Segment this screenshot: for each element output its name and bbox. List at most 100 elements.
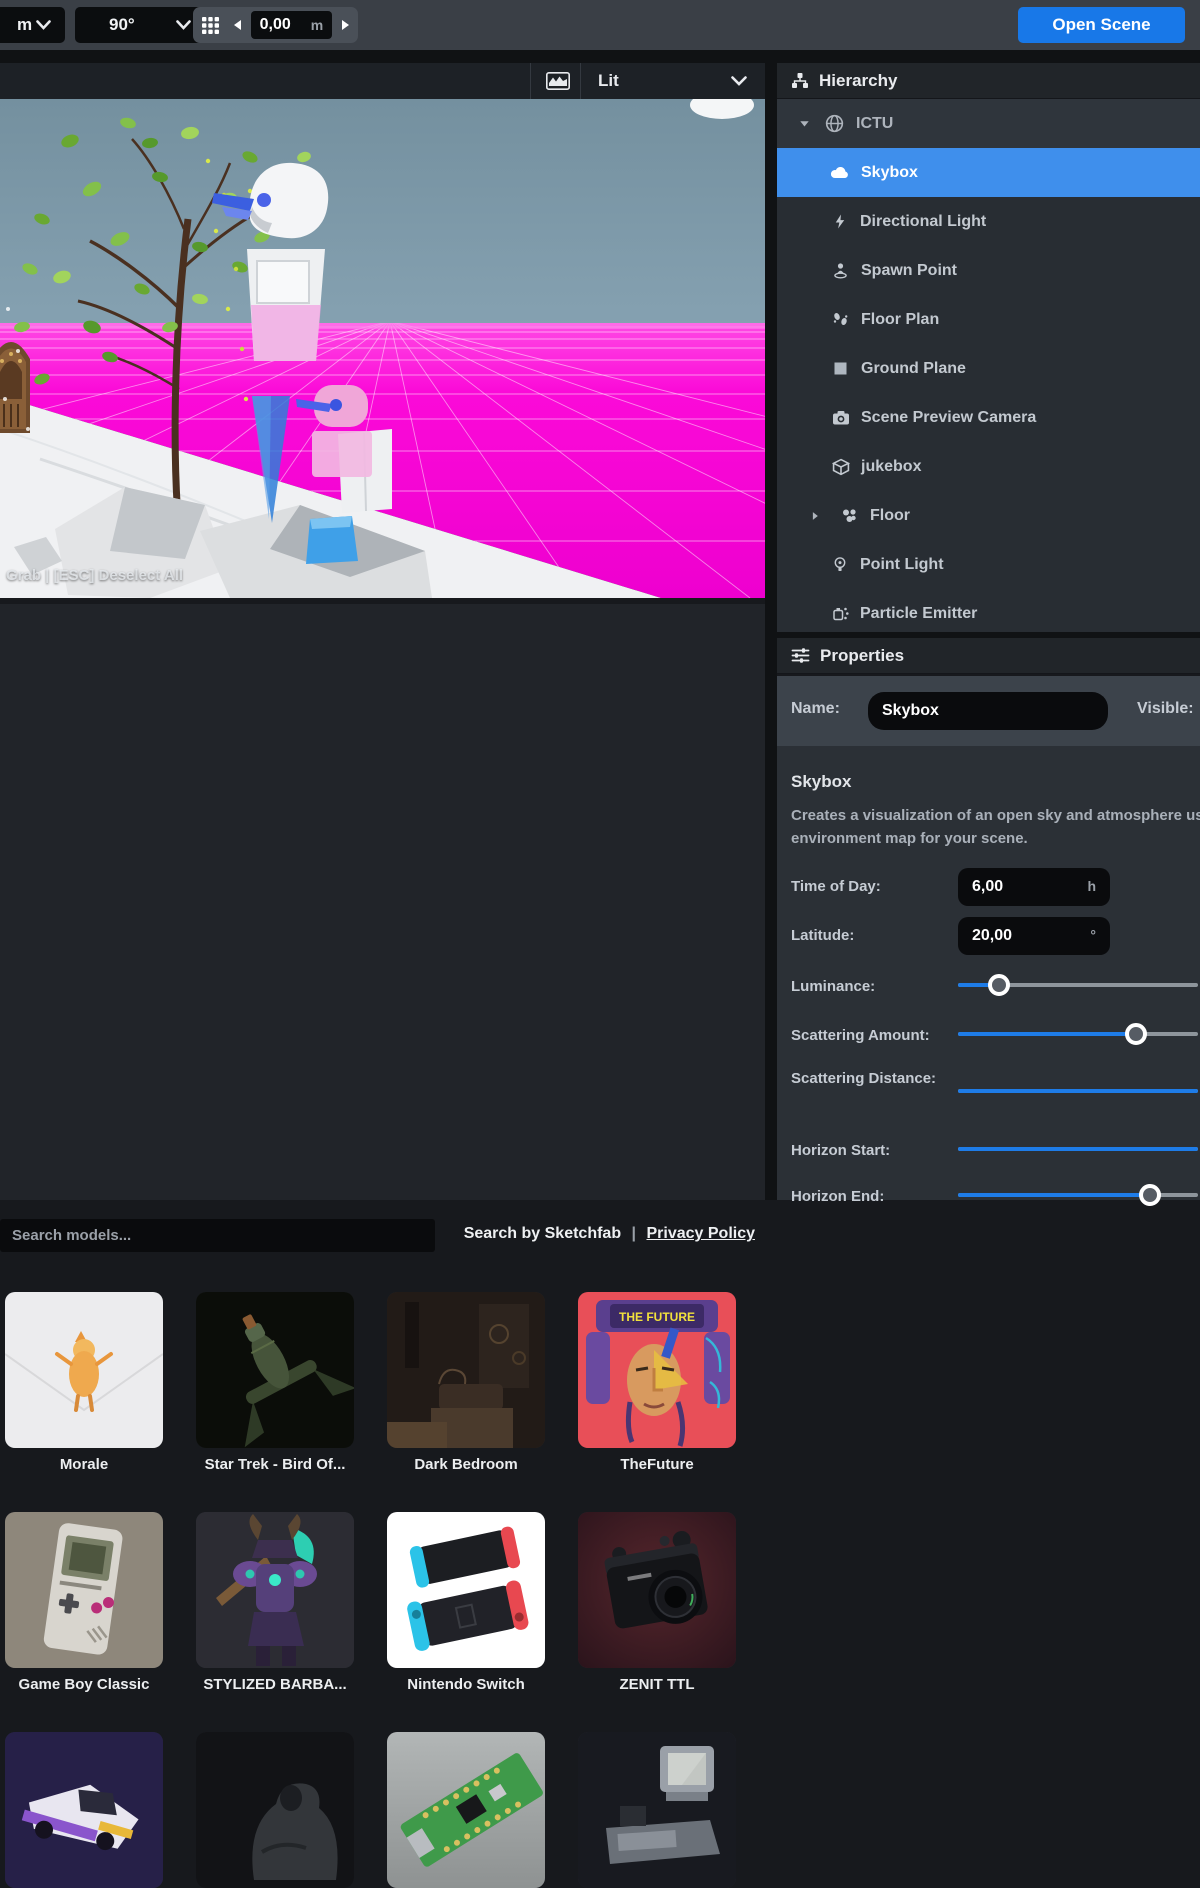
latitude-field[interactable]: ° <box>958 917 1110 955</box>
thumb-switch-console <box>387 1512 545 1668</box>
model-library-panel: Search by Sketchfab | Privacy Policy <box>0 604 765 1200</box>
model-name: ZENIT TTL <box>578 1676 736 1693</box>
model-name: Nintendo Switch <box>387 1676 545 1693</box>
properties-body: Skybox Creates a visualization of an ope… <box>777 746 1200 1200</box>
slider-handle[interactable] <box>1125 1023 1147 1045</box>
search-input[interactable] <box>0 1219 435 1252</box>
hierarchy-panel: ICTU Skybox Directional Light Spawn Poin… <box>777 99 1200 632</box>
properties-title: Properties <box>820 646 904 666</box>
light-bulb-icon <box>832 556 848 573</box>
thumb-text: THE FUTURE <box>619 1310 695 1324</box>
step-value-field[interactable]: 0,00 m <box>251 11 333 39</box>
model-card-zenit[interactable] <box>578 1512 736 1668</box>
step-unit: m <box>311 17 323 33</box>
scattering-amount-slider[interactable] <box>958 1023 1198 1045</box>
hierarchy-tree-icon <box>791 72 809 89</box>
slider-fill <box>958 1032 1136 1036</box>
unit-dropdown-value: m <box>17 15 32 35</box>
open-scene-button[interactable]: Open Scene <box>1018 7 1185 43</box>
hierarchy-row-ground-plane[interactable]: Ground Plane <box>777 344 1200 393</box>
model-name: Dark Bedroom <box>387 1456 545 1473</box>
hierarchy-root-label: ICTU <box>856 115 893 133</box>
unit-dropdown[interactable]: m <box>0 7 65 43</box>
caret-right-icon[interactable] <box>809 510 821 522</box>
horizon-start-label: Horizon Start: <box>791 1142 890 1159</box>
horizon-end-slider[interactable] <box>958 1184 1198 1206</box>
hierarchy-row-spawn-point[interactable]: Spawn Point <box>777 246 1200 295</box>
time-of-day-field[interactable]: h <box>958 868 1110 906</box>
hierarchy-row-floor[interactable]: Floor <box>777 491 1200 540</box>
model-card-unlabeled-3[interactable] <box>387 1732 545 1888</box>
hierarchy-item-label: Skybox <box>861 164 918 182</box>
hierarchy-row-scene-preview-camera[interactable]: Scene Preview Camera <box>777 393 1200 442</box>
properties-sliders-icon <box>791 647 810 664</box>
step-decrease-button[interactable] <box>229 11 247 39</box>
horizon-start-slider[interactable] <box>958 1138 1198 1160</box>
scattering-distance-slider[interactable] <box>958 1080 1198 1102</box>
model-card-switch[interactable] <box>387 1512 545 1668</box>
hierarchy-item-label: Scene Preview Camera <box>861 409 1036 427</box>
name-label: Name: <box>791 700 840 718</box>
slider-fill <box>958 1193 1150 1197</box>
model-card-unlabeled-4[interactable] <box>578 1732 736 1888</box>
latitude-input[interactable] <box>958 917 1110 955</box>
thumb-green-circuit-board <box>387 1732 545 1888</box>
model-card-game-boy[interactable] <box>5 1512 163 1668</box>
thumb-hooded-figure <box>196 1732 354 1888</box>
step-value: 0,00 <box>260 16 291 34</box>
luminance-slider[interactable] <box>958 974 1198 996</box>
properties-header: Properties <box>777 638 1200 674</box>
thumb-dark-room <box>387 1292 545 1448</box>
model-card-barbarian[interactable] <box>196 1512 354 1668</box>
hierarchy-item-label: Floor <box>870 507 910 525</box>
hierarchy-title: Hierarchy <box>819 71 897 91</box>
slider-handle[interactable] <box>988 974 1010 996</box>
scene-viewport[interactable]: Grab | [ESC] Deselect All <box>0 99 765 598</box>
viewport-mode-bar: Lit <box>0 63 765 99</box>
stats-button[interactable] <box>538 63 578 99</box>
latitude-unit: ° <box>1090 927 1096 943</box>
luminance-label: Luminance: <box>791 978 875 995</box>
model-card-morale[interactable] <box>5 1292 163 1448</box>
model-card-unlabeled-1[interactable] <box>5 1732 163 1888</box>
thumb-vintage-camera <box>578 1512 736 1668</box>
thumb-purple-barbarian <box>196 1512 354 1668</box>
scattering-amount-label: Scattering Amount: <box>791 1027 930 1044</box>
grid-snap-button[interactable] <box>197 11 225 39</box>
hierarchy-row-skybox[interactable]: Skybox <box>777 148 1200 197</box>
thumb-cyberpunk-face: THE FUTURE <box>578 1292 736 1448</box>
model-card-unlabeled-2[interactable] <box>196 1732 354 1888</box>
top-toolbar: m 90° 0,00 m Open Scene <box>0 0 1200 50</box>
hierarchy-row-point-light[interactable]: Point Light <box>777 540 1200 589</box>
name-input[interactable] <box>868 692 1108 730</box>
model-card-dark-bedroom[interactable] <box>387 1292 545 1448</box>
shading-mode-dropdown[interactable]: Lit <box>580 63 765 99</box>
chevron-down-icon <box>176 20 191 30</box>
hierarchy-row-floor-plan[interactable]: Floor Plan <box>777 295 1200 344</box>
hierarchy-item-label: Floor Plan <box>861 311 939 329</box>
angle-dropdown[interactable]: 90° <box>75 7 207 43</box>
particle-emitter-icon <box>832 605 849 622</box>
angle-dropdown-value: 90° <box>109 15 135 35</box>
model-card-thefuture[interactable]: THE FUTURE <box>578 1292 736 1448</box>
thumb-gameboy <box>5 1512 163 1668</box>
model-name: Morale <box>5 1456 163 1473</box>
hierarchy-row-particle-emitter[interactable]: Particle Emitter <box>777 589 1200 638</box>
arrow-right-icon <box>341 19 350 31</box>
hierarchy-item-label: jukebox <box>861 458 921 476</box>
slider-handle[interactable] <box>1139 1184 1161 1206</box>
hierarchy-row-jukebox[interactable]: jukebox <box>777 442 1200 491</box>
hierarchy-row-directional-light[interactable]: Directional Light <box>777 197 1200 246</box>
caret-down-icon[interactable] <box>798 117 811 130</box>
slider-fill <box>958 1147 1198 1151</box>
privacy-policy-link[interactable]: Privacy Policy <box>646 1225 755 1242</box>
model-card-star-trek[interactable] <box>196 1292 354 1448</box>
scene-blue-box <box>306 516 358 564</box>
model-name: Game Boy Classic <box>5 1676 163 1693</box>
hierarchy-row-root[interactable]: ICTU <box>777 99 1200 149</box>
visible-label: Visible: <box>1137 700 1194 718</box>
hierarchy-item-label: Directional Light <box>860 213 986 231</box>
step-increase-button[interactable] <box>336 11 354 39</box>
sketchfab-attribution: Search by Sketchfab <box>464 1225 621 1242</box>
divider <box>530 63 531 99</box>
